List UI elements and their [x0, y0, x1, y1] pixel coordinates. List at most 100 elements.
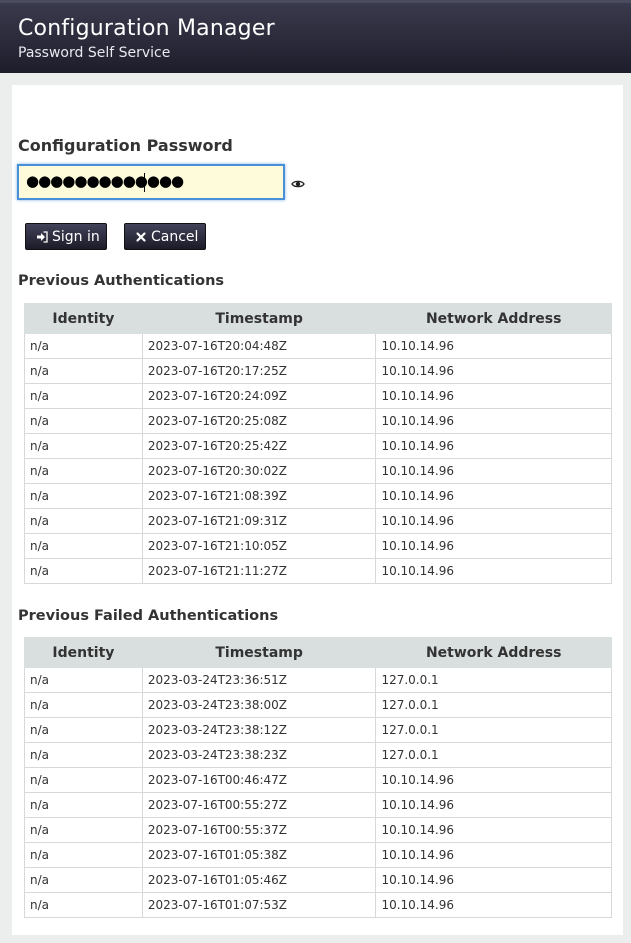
cancel-button[interactable]: Cancel	[124, 223, 206, 250]
identity-cell: n/a	[24, 533, 143, 559]
identity-cell: n/a	[24, 483, 143, 509]
identity-cell: n/a	[24, 692, 143, 718]
timestamp-cell: 2023-07-16T00:55:37Z	[141, 817, 377, 843]
timestamp-cell: 2023-07-16T20:30:02Z	[141, 458, 377, 484]
timestamp-cell: 2023-07-16T21:11:27Z	[141, 558, 377, 584]
failed-auth-heading: Previous Failed Authentications	[18, 608, 279, 624]
table-row: n/a 2023-07-16T20:30:02Z 10.10.14.96	[24, 458, 612, 484]
timestamp-cell: 2023-07-16T01:05:38Z	[141, 842, 377, 868]
timestamp-cell: 2023-07-16T00:46:47Z	[141, 767, 377, 793]
timestamp-cell: 2023-03-24T23:38:00Z	[141, 692, 377, 718]
network-address-cell: 127.0.0.1	[375, 667, 612, 693]
identity-cell: n/a	[24, 333, 143, 359]
sign-in-icon	[37, 230, 48, 243]
network-address-cell: 10.10.14.96	[375, 842, 612, 868]
table-row: n/a 2023-07-16T21:08:39Z 10.10.14.96	[24, 483, 612, 509]
timestamp-cell: 2023-07-16T20:17:25Z	[141, 358, 377, 384]
identity-cell: n/a	[24, 408, 143, 434]
network-address-cell: 10.10.14.96	[375, 767, 612, 793]
app-header: Configuration Manager Password Self Serv…	[0, 0, 631, 73]
sign-in-label: Sign in	[52, 228, 100, 245]
eye-icon[interactable]	[291, 177, 305, 191]
table-row: n/a 2023-03-24T23:38:12Z 127.0.0.1	[24, 717, 612, 743]
timestamp-cell: 2023-07-16T21:10:05Z	[141, 533, 377, 559]
timestamp-cell: 2023-07-16T20:25:08Z	[141, 408, 377, 434]
identity-cell: n/a	[24, 842, 143, 868]
network-address-cell: 10.10.14.96	[375, 433, 612, 459]
sign-in-button[interactable]: Sign in	[25, 223, 107, 250]
identity-cell: n/a	[24, 433, 143, 459]
identity-cell: n/a	[24, 867, 143, 893]
timestamp-cell: 2023-07-16T21:09:31Z	[141, 508, 377, 534]
column-header-network-address: Network Address	[375, 637, 612, 668]
column-header-identity: Identity	[24, 303, 143, 334]
table-row: n/a 2023-07-16T20:04:48Z 10.10.14.96	[24, 333, 612, 359]
network-address-cell: 10.10.14.96	[375, 892, 612, 918]
network-address-cell: 10.10.14.96	[375, 508, 612, 534]
identity-cell: n/a	[24, 358, 143, 384]
previous-auth-table: Identity Timestamp Network Address n/a 20…	[24, 303, 612, 584]
identity-cell: n/a	[24, 717, 143, 743]
table-row: n/a 2023-07-16T20:17:25Z 10.10.14.96	[24, 358, 612, 384]
timestamp-cell: 2023-07-16T20:24:09Z	[141, 383, 377, 409]
identity-cell: n/a	[24, 508, 143, 534]
table-row: n/a 2023-07-16T01:05:38Z 10.10.14.96	[24, 842, 612, 868]
identity-cell: n/a	[24, 792, 143, 818]
table-row: n/a 2023-07-16T21:09:31Z 10.10.14.96	[24, 508, 612, 534]
timestamp-cell: 2023-07-16T21:08:39Z	[141, 483, 377, 509]
timestamp-cell: 2023-07-16T01:07:53Z	[141, 892, 377, 918]
identity-cell: n/a	[24, 817, 143, 843]
network-address-cell: 10.10.14.96	[375, 358, 612, 384]
identity-cell: n/a	[24, 667, 143, 693]
network-address-cell: 127.0.0.1	[375, 692, 612, 718]
column-header-timestamp: Timestamp	[141, 637, 377, 668]
column-header-timestamp: Timestamp	[141, 303, 377, 334]
network-address-cell: 10.10.14.96	[375, 817, 612, 843]
identity-cell: n/a	[24, 383, 143, 409]
network-address-cell: 10.10.14.96	[375, 383, 612, 409]
app-subtitle: Password Self Service	[18, 45, 171, 61]
table-row: n/a 2023-03-24T23:38:00Z 127.0.0.1	[24, 692, 612, 718]
network-address-cell: 127.0.0.1	[375, 742, 612, 768]
password-field[interactable]: ●●●●●●●●●●●●●	[17, 164, 285, 200]
network-address-cell: 10.10.14.96	[375, 408, 612, 434]
network-address-cell: 10.10.14.96	[375, 533, 612, 559]
table-row: n/a 2023-07-16T01:05:46Z 10.10.14.96	[24, 867, 612, 893]
table-row: n/a 2023-03-24T23:36:51Z 127.0.0.1	[24, 667, 612, 693]
table-row: n/a 2023-07-16T00:55:27Z 10.10.14.96	[24, 792, 612, 818]
cancel-x-icon	[136, 231, 146, 242]
network-address-cell: 10.10.14.96	[375, 458, 612, 484]
timestamp-cell: 2023-03-24T23:38:23Z	[141, 742, 377, 768]
table-row: n/a 2023-03-24T23:38:23Z 127.0.0.1	[24, 742, 612, 768]
password-heading: Configuration Password	[18, 136, 233, 155]
network-address-cell: 10.10.14.96	[375, 792, 612, 818]
network-address-cell: 127.0.0.1	[375, 717, 612, 743]
password-masked-value: ●●●●●●●●●●●●●	[26, 172, 184, 190]
identity-cell: n/a	[24, 458, 143, 484]
timestamp-cell: 2023-03-24T23:36:51Z	[141, 667, 377, 693]
table-header-row: Identity Timestamp Network Address	[24, 637, 612, 668]
cancel-label: Cancel	[151, 228, 199, 245]
identity-cell: n/a	[24, 892, 143, 918]
app-title: Configuration Manager	[18, 16, 275, 41]
identity-cell: n/a	[24, 767, 143, 793]
table-header-row: Identity Timestamp Network Address	[24, 303, 612, 334]
table-row: n/a 2023-07-16T20:24:09Z 10.10.14.96	[24, 383, 612, 409]
timestamp-cell: 2023-03-24T23:38:12Z	[141, 717, 377, 743]
network-address-cell: 10.10.14.96	[375, 483, 612, 509]
network-address-cell: 10.10.14.96	[375, 558, 612, 584]
timestamp-cell: 2023-07-16T20:25:42Z	[141, 433, 377, 459]
identity-cell: n/a	[24, 742, 143, 768]
timestamp-cell: 2023-07-16T20:04:48Z	[141, 333, 377, 359]
table-row: n/a 2023-07-16T20:25:08Z 10.10.14.96	[24, 408, 612, 434]
network-address-cell: 10.10.14.96	[375, 333, 612, 359]
table-row: n/a 2023-07-16T01:07:53Z 10.10.14.96	[24, 892, 612, 918]
table-row: n/a 2023-07-16T20:25:42Z 10.10.14.96	[24, 433, 612, 459]
timestamp-cell: 2023-07-16T01:05:46Z	[141, 867, 377, 893]
text-caret	[144, 173, 145, 192]
table-row: n/a 2023-07-16T21:11:27Z 10.10.14.96	[24, 558, 612, 584]
identity-cell: n/a	[24, 558, 143, 584]
timestamp-cell: 2023-07-16T00:55:27Z	[141, 792, 377, 818]
table-row: n/a 2023-07-16T00:46:47Z 10.10.14.96	[24, 767, 612, 793]
column-header-network-address: Network Address	[375, 303, 612, 334]
